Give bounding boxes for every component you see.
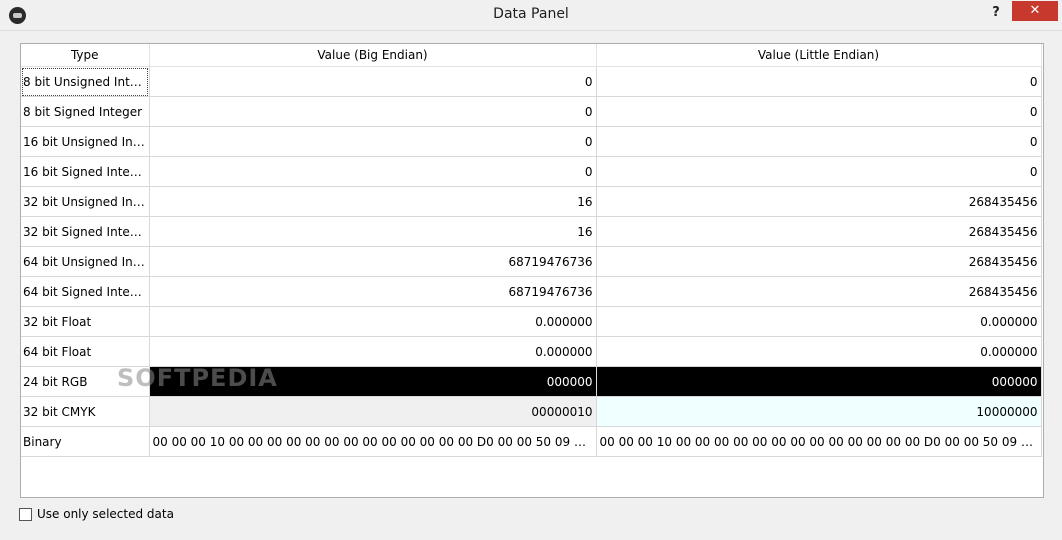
type-cell[interactable]: 16 bit Signed Integer <box>21 156 150 187</box>
table-row[interactable]: 32 bit Signed Integer 16 268435456 <box>21 216 1042 247</box>
big-endian-cell[interactable]: 68719476736 <box>149 276 597 307</box>
little-endian-cell[interactable]: 0 <box>596 66 1042 97</box>
window-title: Data Panel <box>493 6 569 22</box>
table-row[interactable]: 8 bit Signed Integer 0 0 <box>21 96 1042 127</box>
little-endian-cell[interactable]: 0.000000 <box>596 336 1042 367</box>
use-selected-data-option[interactable]: Use only selected data <box>19 506 174 522</box>
little-endian-cell[interactable]: 268435456 <box>596 246 1042 277</box>
table-row[interactable]: 64 bit Signed Integer 68719476736 268435… <box>21 276 1042 307</box>
type-cell[interactable]: 8 bit Unsigned Integer <box>21 66 150 97</box>
table-row[interactable]: 64 bit Float 0.000000 0.000000 <box>21 336 1042 367</box>
type-cell[interactable]: 32 bit Float <box>21 306 150 337</box>
header-little-endian[interactable]: Value (Little Endian) <box>596 44 1042 67</box>
table-row[interactable]: 64 bit Unsigned Integer 68719476736 2684… <box>21 246 1042 277</box>
cmyk-color-cell-little-endian[interactable]: 10000000 <box>596 396 1042 427</box>
big-endian-cell[interactable]: 0.000000 <box>149 336 597 367</box>
type-cell[interactable]: 8 bit Signed Integer <box>21 96 150 127</box>
table-row[interactable]: 24 bit RGB 000000 000000 <box>21 366 1042 397</box>
table-row[interactable]: 8 bit Unsigned Integer 0 0 <box>21 66 1042 97</box>
cmyk-color-cell-big-endian[interactable]: 00000010 <box>149 396 597 427</box>
big-endian-cell[interactable]: 68719476736 <box>149 246 597 277</box>
table-header-row: Type Value (Big Endian) Value (Little En… <box>21 44 1042 67</box>
table-row[interactable]: 32 bit Float 0.000000 0.000000 <box>21 306 1042 337</box>
data-table-panel: Type Value (Big Endian) Value (Little En… <box>20 43 1044 498</box>
title-bar: Data Panel ? ✕ <box>0 0 1062 31</box>
table-row[interactable]: 16 bit Unsigned Integer 0 0 <box>21 126 1042 157</box>
rgb-color-cell-big-endian[interactable]: 000000 <box>149 366 597 397</box>
binary-cell-big-endian[interactable]: 00 00 00 10 00 00 00 00 00 00 00 00 00 0… <box>149 426 597 457</box>
type-cell[interactable]: 16 bit Unsigned Integer <box>21 126 150 157</box>
type-cell[interactable]: 24 bit RGB <box>21 366 150 397</box>
little-endian-cell[interactable]: 0 <box>596 96 1042 127</box>
little-endian-cell[interactable]: 268435456 <box>596 186 1042 217</box>
type-cell[interactable]: Binary <box>21 426 150 457</box>
big-endian-cell[interactable]: 0 <box>149 126 597 157</box>
little-endian-cell[interactable]: 0 <box>596 126 1042 157</box>
type-cell[interactable]: 32 bit Signed Integer <box>21 216 150 247</box>
type-cell[interactable]: 64 bit Unsigned Integer <box>21 246 150 277</box>
header-big-endian[interactable]: Value (Big Endian) <box>149 44 597 67</box>
help-icon[interactable]: ? <box>988 5 1004 23</box>
big-endian-cell[interactable]: 0 <box>149 66 597 97</box>
big-endian-cell[interactable]: 16 <box>149 216 597 247</box>
table-row[interactable]: 32 bit CMYK 00000010 10000000 <box>21 396 1042 427</box>
little-endian-cell[interactable]: 268435456 <box>596 276 1042 307</box>
table-row[interactable]: 16 bit Signed Integer 0 0 <box>21 156 1042 187</box>
use-selected-data-checkbox[interactable] <box>19 507 32 521</box>
big-endian-cell[interactable]: 16 <box>149 186 597 217</box>
data-table: Type Value (Big Endian) Value (Little En… <box>21 44 1042 457</box>
type-cell[interactable]: 32 bit CMYK <box>21 396 150 427</box>
type-cell[interactable]: 64 bit Float <box>21 336 150 367</box>
close-button[interactable]: ✕ <box>1012 1 1058 21</box>
big-endian-cell[interactable]: 0 <box>149 156 597 187</box>
big-endian-cell[interactable]: 0.000000 <box>149 306 597 337</box>
table-row[interactable]: 32 bit Unsigned Integer 16 268435456 <box>21 186 1042 217</box>
rgb-color-cell-little-endian[interactable]: 000000 <box>596 366 1042 397</box>
type-cell[interactable]: 64 bit Signed Integer <box>21 276 150 307</box>
little-endian-cell[interactable]: 0.000000 <box>596 306 1042 337</box>
use-selected-data-label[interactable]: Use only selected data <box>37 507 174 521</box>
big-endian-cell[interactable]: 0 <box>149 96 597 127</box>
type-cell[interactable]: 32 bit Unsigned Integer <box>21 186 150 217</box>
binary-cell-little-endian[interactable]: 00 00 00 10 00 00 00 00 00 00 00 00 00 0… <box>596 426 1042 457</box>
header-type[interactable]: Type <box>21 44 150 67</box>
little-endian-cell[interactable]: 268435456 <box>596 216 1042 247</box>
table-row[interactable]: Binary 00 00 00 10 00 00 00 00 00 00 00 … <box>21 426 1042 457</box>
little-endian-cell[interactable]: 0 <box>596 156 1042 187</box>
